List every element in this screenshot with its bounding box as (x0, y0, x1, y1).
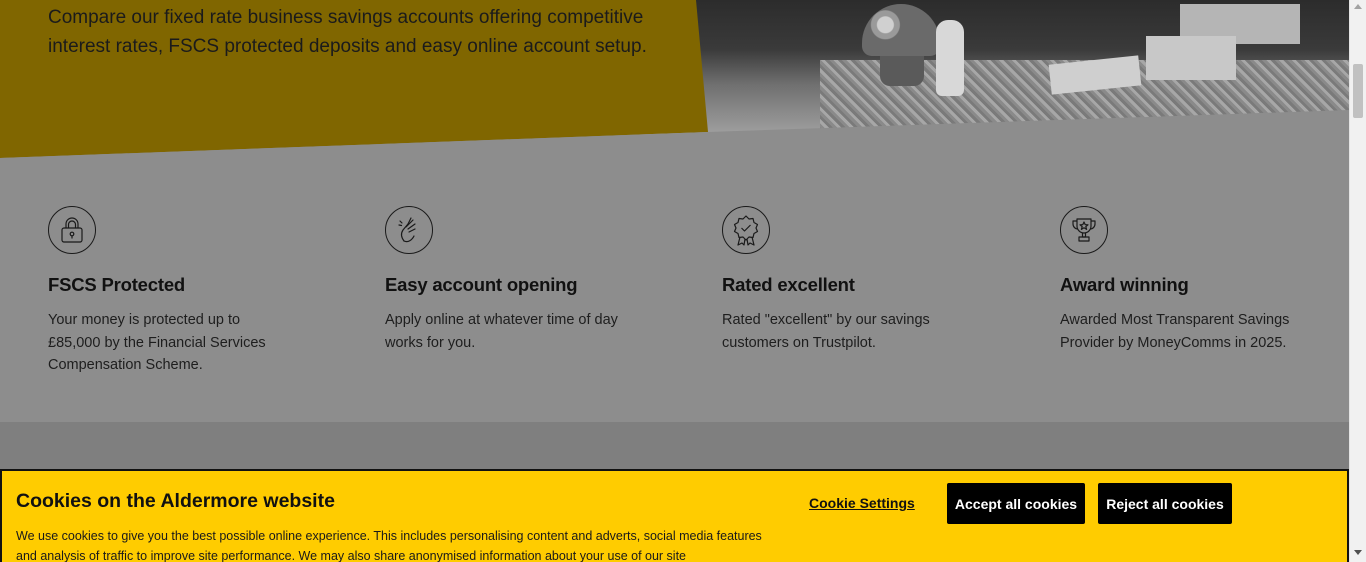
feature-title: Award winning (1060, 274, 1189, 295)
features-section: FSCS Protected Your money is protected u… (0, 175, 1349, 422)
cookie-settings-link[interactable]: Cookie Settings (809, 495, 915, 511)
feature-text: Your money is protected up to £85,000 by… (48, 312, 266, 373)
scroll-down-arrow-icon[interactable] (1354, 550, 1362, 555)
scroll-up-arrow-icon[interactable] (1354, 4, 1362, 9)
feature-text: Rated "excellent" by our savings custome… (722, 312, 930, 351)
feature-title: Easy account opening (385, 274, 578, 295)
reject-all-cookies-button[interactable]: Reject all cookies (1098, 483, 1232, 524)
feature-text: Awarded Most Transparent Savings Provide… (1060, 312, 1290, 351)
cookie-banner-title: Cookies on the Aldermore website (16, 490, 335, 512)
feature-title: Rated excellent (722, 274, 855, 295)
feature-rated-excellent: Rated excellent Rated "excellent" by our… (722, 206, 1002, 354)
feature-text: Apply online at whatever time of day wor… (385, 312, 618, 351)
trophy-icon (1060, 206, 1108, 254)
feature-award-winning: Award winning Awarded Most Transparent S… (1060, 206, 1340, 354)
hero-description: Compare our fixed rate business savings … (48, 7, 647, 57)
page-scrollbar[interactable] (1349, 0, 1366, 562)
scrollbar-thumb[interactable] (1353, 64, 1363, 118)
hero-section: Compare our fixed rate business savings … (0, 0, 1349, 175)
accept-all-cookies-button[interactable]: Accept all cookies (947, 483, 1085, 524)
feature-fscs-protected: FSCS Protected Your money is protected u… (48, 206, 328, 377)
feature-title: FSCS Protected (48, 274, 186, 295)
cookie-banner-text: We use cookies to give you the best poss… (16, 529, 762, 562)
page-content: Compare our fixed rate business savings … (0, 0, 1349, 562)
feature-easy-account-opening: Easy account opening Apply online at wha… (385, 206, 665, 354)
cookie-banner: Cookies on the Aldermore website We use … (0, 469, 1349, 562)
rosette-icon (722, 206, 770, 254)
padlock-icon (48, 206, 96, 254)
hand-gesture-icon (385, 206, 433, 254)
